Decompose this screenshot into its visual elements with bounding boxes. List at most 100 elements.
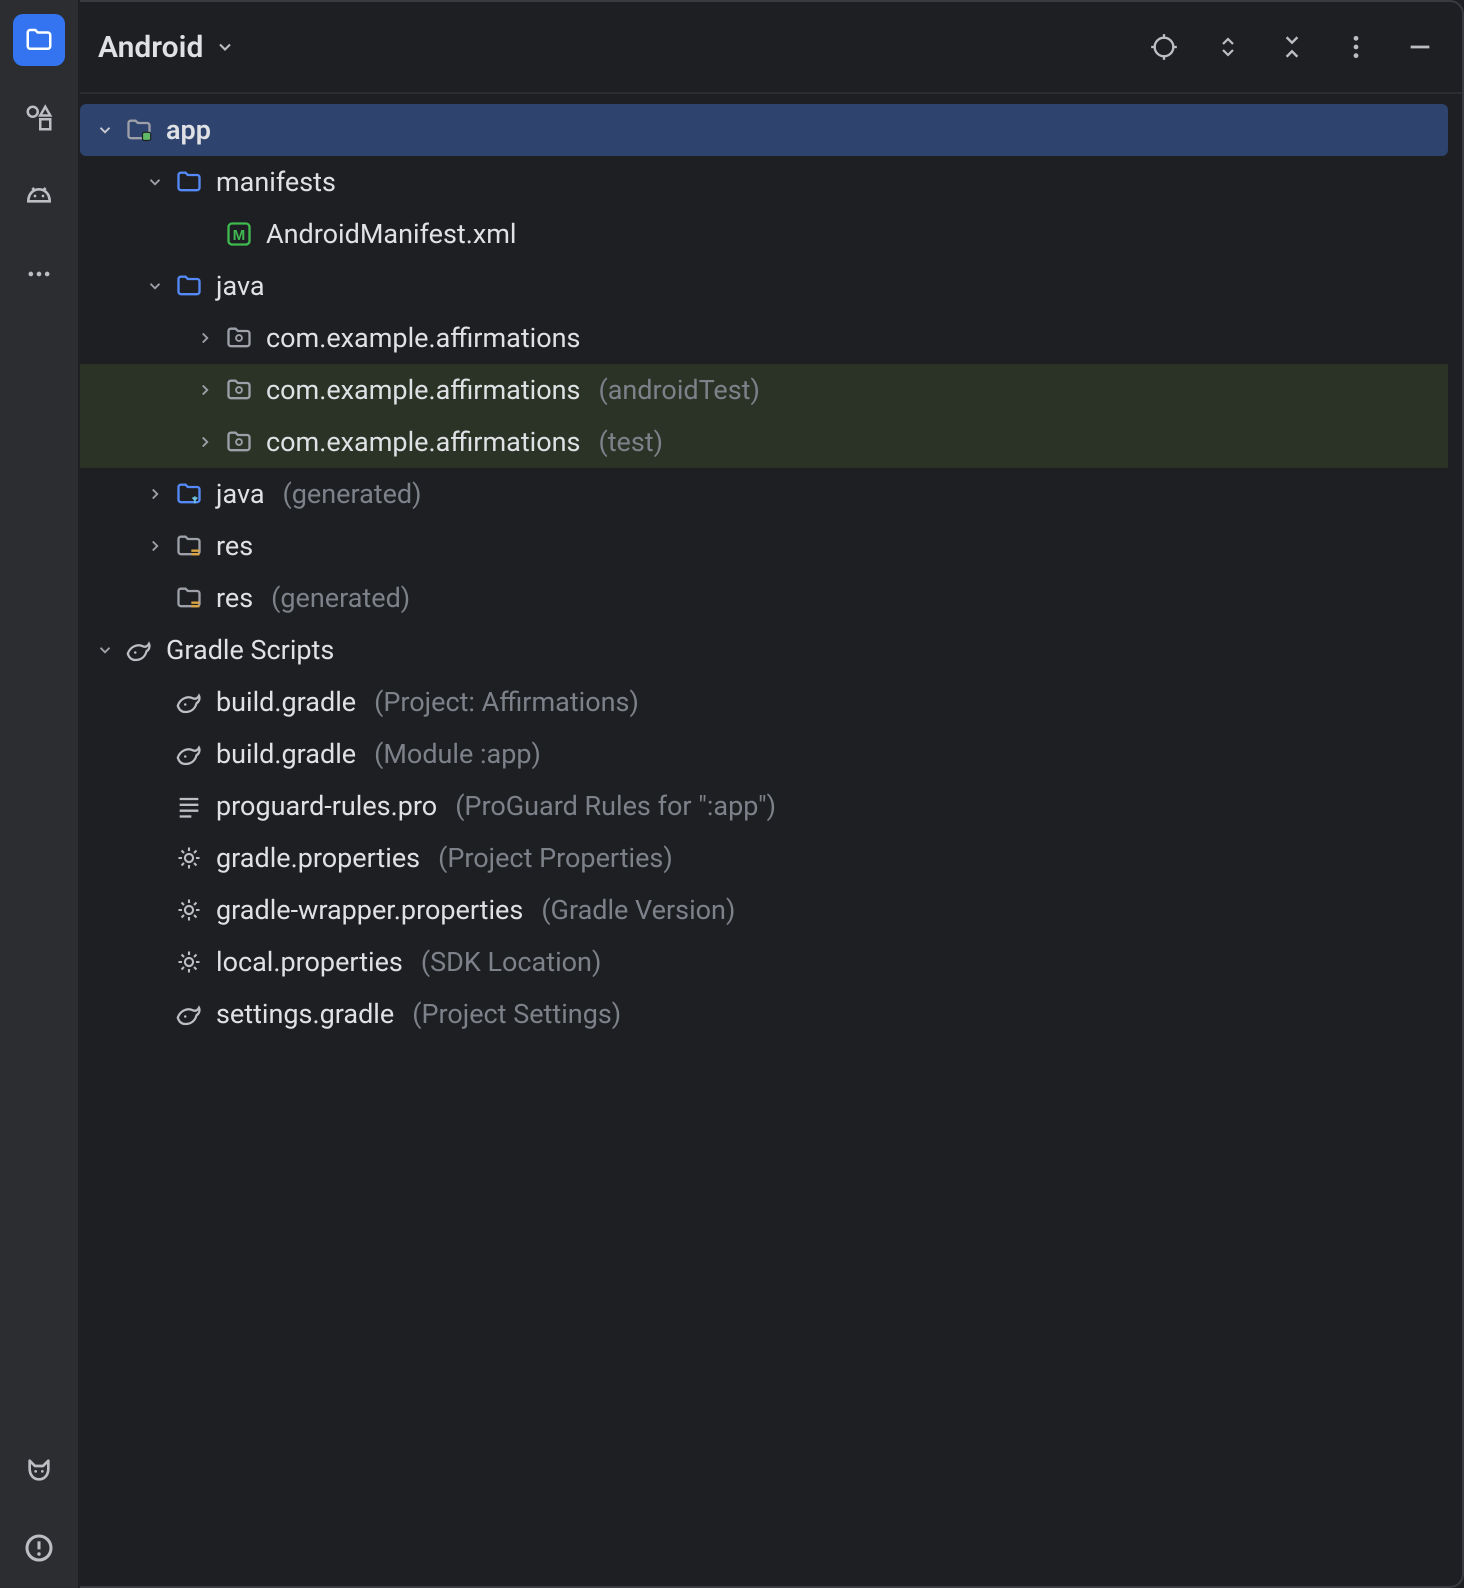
tree-label: app [166,117,211,144]
gear-icon [174,895,204,925]
tree-label: manifests [216,169,336,196]
gear-icon [174,947,204,977]
package-icon [224,323,254,353]
tree-label: Gradle Scripts [166,637,334,664]
project-tree[interactable]: app manifests M AndroidManifest.xml [80,94,1462,1586]
chevron-down-icon[interactable] [144,171,166,193]
tree-suffix: (Module :app) [374,741,541,768]
tree-label: res [216,585,253,612]
collapse-all-button[interactable] [1276,31,1308,63]
tree-suffix: (test) [598,429,663,456]
ellipsis-icon [25,260,53,288]
tree-suffix: (generated) [271,585,410,612]
more-tool-button[interactable] [13,248,65,300]
chevron-right-icon[interactable] [194,327,216,349]
text-file-icon [174,791,204,821]
tree-node-manifests[interactable]: manifests [80,156,1448,208]
view-title: Android [98,30,203,65]
tree-label: res [216,533,253,560]
tree-suffix: (androidTest) [598,377,759,404]
chevron-right-icon[interactable] [144,535,166,557]
tree-label: java [216,481,265,508]
tree-label: java [216,273,265,300]
tree-node-package-androidtest[interactable]: com.example.affirmations (androidTest) [80,364,1448,416]
package-icon [224,375,254,405]
tree-node-res-generated[interactable]: res (generated) [80,572,1448,624]
android-tool-button[interactable] [13,170,65,222]
resource-folder-icon [174,531,204,561]
tree-label: gradle.properties [216,845,420,872]
tree-suffix: (ProGuard Rules for ":app") [455,793,776,820]
tree-node-gradle-properties[interactable]: gradle.properties (Project Properties) [80,832,1448,884]
cat-tool-button[interactable] [13,1444,65,1496]
folder-icon [174,271,204,301]
tree-label: com.example.affirmations [266,325,580,352]
tree-node-local-properties[interactable]: local.properties (SDK Location) [80,936,1448,988]
structure-tool-button[interactable] [13,92,65,144]
tree-node-proguard[interactable]: proguard-rules.pro (ProGuard Rules for "… [80,780,1448,832]
shapes-icon [24,103,54,133]
tree-label: AndroidManifest.xml [266,221,516,248]
tree-label: gradle-wrapper.properties [216,897,523,924]
problems-tool-button[interactable] [13,1522,65,1574]
project-panel: Android [80,0,1464,1588]
module-folder-icon [124,115,154,145]
header-actions [1148,31,1436,63]
tree-node-gradle-scripts[interactable]: Gradle Scripts [80,624,1448,676]
tree-label: build.gradle [216,689,356,716]
gradle-icon [174,687,204,717]
gradle-icon [174,999,204,1029]
tree-suffix: (Project Settings) [412,1001,621,1028]
panel-header: Android [80,2,1462,94]
chevron-right-icon[interactable] [194,379,216,401]
gradle-icon [174,739,204,769]
manifest-file-icon: M [224,219,254,249]
tree-node-java[interactable]: java [80,260,1448,312]
chevron-right-icon[interactable] [144,483,166,505]
tree-label: settings.gradle [216,1001,394,1028]
cat-icon [23,1454,55,1486]
tree-label: com.example.affirmations [266,429,580,456]
tree-label: proguard-rules.pro [216,793,437,820]
tool-strip [0,0,80,1588]
android-icon [23,180,55,212]
svg-text:M: M [233,227,246,244]
tree-label: com.example.affirmations [266,377,580,404]
tree-node-res[interactable]: res [80,520,1448,572]
generated-folder-icon [174,479,204,509]
chevron-right-icon[interactable] [194,431,216,453]
tree-suffix: (SDK Location) [421,949,602,976]
tree-node-settings-gradle[interactable]: settings.gradle (Project Settings) [80,988,1448,1040]
folder-icon [174,167,204,197]
select-opened-file-button[interactable] [1148,31,1180,63]
tree-label: build.gradle [216,741,356,768]
target-icon [1150,33,1178,61]
chevron-down-icon[interactable] [94,119,116,141]
tree-node-build-gradle-module[interactable]: build.gradle (Module :app) [80,728,1448,780]
chevron-down-icon[interactable] [144,275,166,297]
tree-suffix: (Project Properties) [438,845,673,872]
tree-node-app[interactable]: app [80,104,1448,156]
tree-node-java-generated[interactable]: java (generated) [80,468,1448,520]
collapse-x-icon [1279,34,1305,60]
hide-panel-button[interactable] [1404,31,1436,63]
resource-folder-icon [174,583,204,613]
tree-node-package-test[interactable]: com.example.affirmations (test) [80,416,1448,468]
folder-icon [24,25,54,55]
tree-node-build-gradle-project[interactable]: build.gradle (Project: Affirmations) [80,676,1448,728]
tree-suffix: (Project: Affirmations) [374,689,639,716]
chevron-down-icon [215,37,235,57]
chevron-up-down-icon [1216,35,1240,59]
view-selector[interactable]: Android [98,30,235,65]
tree-node-manifest-file[interactable]: M AndroidManifest.xml [80,208,1448,260]
chevron-down-icon[interactable] [94,639,116,661]
kebab-icon [1352,34,1360,60]
gear-icon [174,843,204,873]
warning-circle-icon [23,1532,55,1564]
tree-node-gradle-wrapper-properties[interactable]: gradle-wrapper.properties (Gradle Versio… [80,884,1448,936]
project-tool-button[interactable] [13,14,65,66]
expand-collapse-button[interactable] [1212,31,1244,63]
tree-node-package-main[interactable]: com.example.affirmations [80,312,1448,364]
package-icon [224,427,254,457]
options-button[interactable] [1340,31,1372,63]
